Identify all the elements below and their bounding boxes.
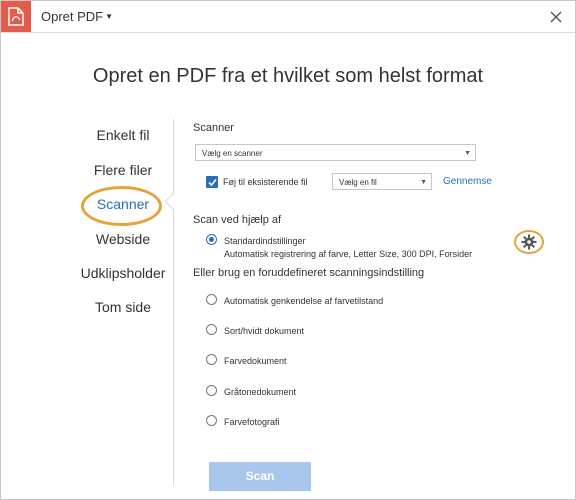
default-settings-radio[interactable] <box>206 234 217 245</box>
nav-item-blank-page[interactable]: Tom side <box>63 299 183 315</box>
preset-label-auto-color: Automatisk genkendelse af farvetilstand <box>224 296 384 306</box>
scanner-select[interactable]: Vælg en scanner ▼ <box>195 144 476 161</box>
settings-button[interactable] <box>514 230 544 254</box>
gear-icon <box>521 234 537 250</box>
default-settings-label: Standardindstillinger <box>224 236 306 246</box>
preset-radio-bw-document[interactable] <box>206 324 217 335</box>
pdf-icon <box>1 1 31 32</box>
create-pdf-dialog: Opret PDF ▼ Opret en PDF fra et hvilket s… <box>0 0 576 500</box>
append-file-label: Føj til eksisterende fil <box>223 177 308 187</box>
chevron-down-icon: ▼ <box>420 179 427 186</box>
presets-section-label: Eller brug en foruddefineret scanningsin… <box>193 267 425 279</box>
preset-radio-auto-color[interactable] <box>206 294 217 305</box>
title-bar: Opret PDF ▼ <box>1 1 575 33</box>
nav-item-webpage[interactable]: Webside <box>63 231 183 247</box>
default-settings-description: Automatisk registrering af farve, Letter… <box>224 249 473 259</box>
preset-label-color-document: Farvedokument <box>224 356 287 366</box>
append-file-checkbox[interactable] <box>206 176 218 188</box>
chevron-down-icon: ▼ <box>464 150 471 157</box>
scanner-section-label: Scanner <box>193 122 234 134</box>
app-title-menu[interactable]: Opret PDF ▼ <box>41 9 113 24</box>
nav-item-multiple-files[interactable]: Flere filer <box>63 162 183 178</box>
nav-item-single-file[interactable]: Enkelt fil <box>63 127 183 143</box>
checkmark-icon <box>208 178 217 187</box>
close-button[interactable] <box>546 7 566 27</box>
file-select[interactable]: Vælg en fil ▼ <box>332 173 432 190</box>
preset-label-grayscale-document: Gråtonedokument <box>224 387 297 397</box>
browse-link[interactable]: Gennemse <box>443 176 492 187</box>
scan-using-section-label: Scan ved hjælp af <box>193 214 282 226</box>
close-icon <box>550 11 562 23</box>
scanner-select-value: Vælg en scanner <box>202 149 263 158</box>
preset-radio-grayscale-document[interactable] <box>206 385 217 396</box>
page-title: Opret en PDF fra et hvilket som helst fo… <box>92 65 484 87</box>
scan-button[interactable]: Scan <box>209 462 311 491</box>
app-title: Opret PDF <box>41 9 104 24</box>
preset-radio-color-document[interactable] <box>206 354 217 365</box>
nav-item-scanner[interactable]: Scanner <box>63 196 183 212</box>
nav-item-clipboard[interactable]: Udklipsholder <box>63 265 183 281</box>
file-select-value: Vælg en fil <box>339 178 377 187</box>
preset-label-bw-document: Sort/hvidt dokument <box>224 326 305 336</box>
preset-label-color-photo: Farvefotografi <box>224 417 280 427</box>
preset-radio-color-photo[interactable] <box>206 415 217 426</box>
nav-divider <box>173 119 174 485</box>
caret-down-icon: ▼ <box>105 12 114 21</box>
